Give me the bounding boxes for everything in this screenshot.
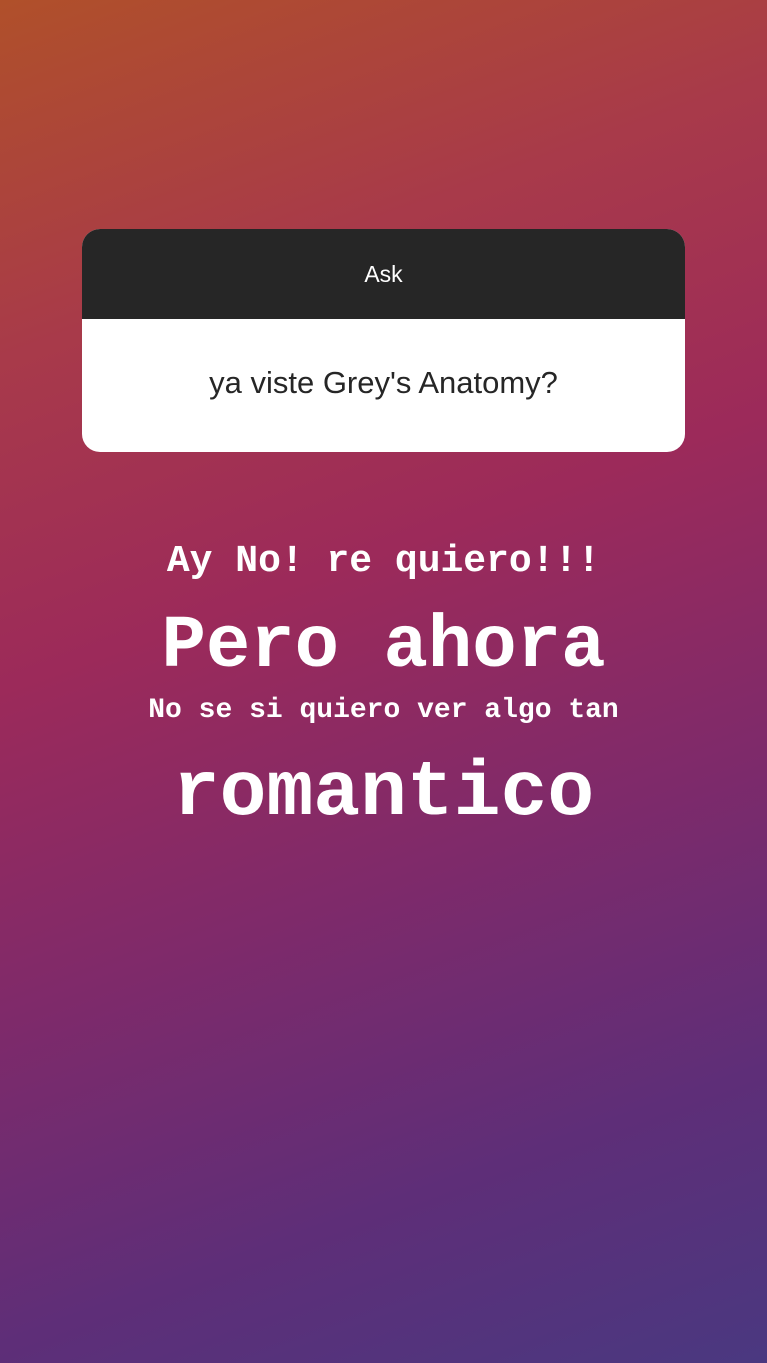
story-text-line-4: romantico (172, 750, 595, 838)
question-sticker-title: Ask (364, 260, 403, 287)
question-text: ya viste Grey's Anatomy? (209, 364, 558, 400)
story-text-line-3: No se si quiero ver algo tan (148, 695, 619, 726)
question-sticker-header: Ask (82, 229, 685, 319)
story-text-line-2: Pero ahora (161, 605, 606, 689)
story-canvas: { "question_sticker": { "title": "Ask", … (0, 0, 767, 1363)
story-text-line-1: Ay No! re quiero!!! (166, 540, 601, 583)
question-sticker[interactable]: Ask ya viste Grey's Anatomy? (82, 229, 685, 452)
question-sticker-body: ya viste Grey's Anatomy? (82, 319, 685, 452)
